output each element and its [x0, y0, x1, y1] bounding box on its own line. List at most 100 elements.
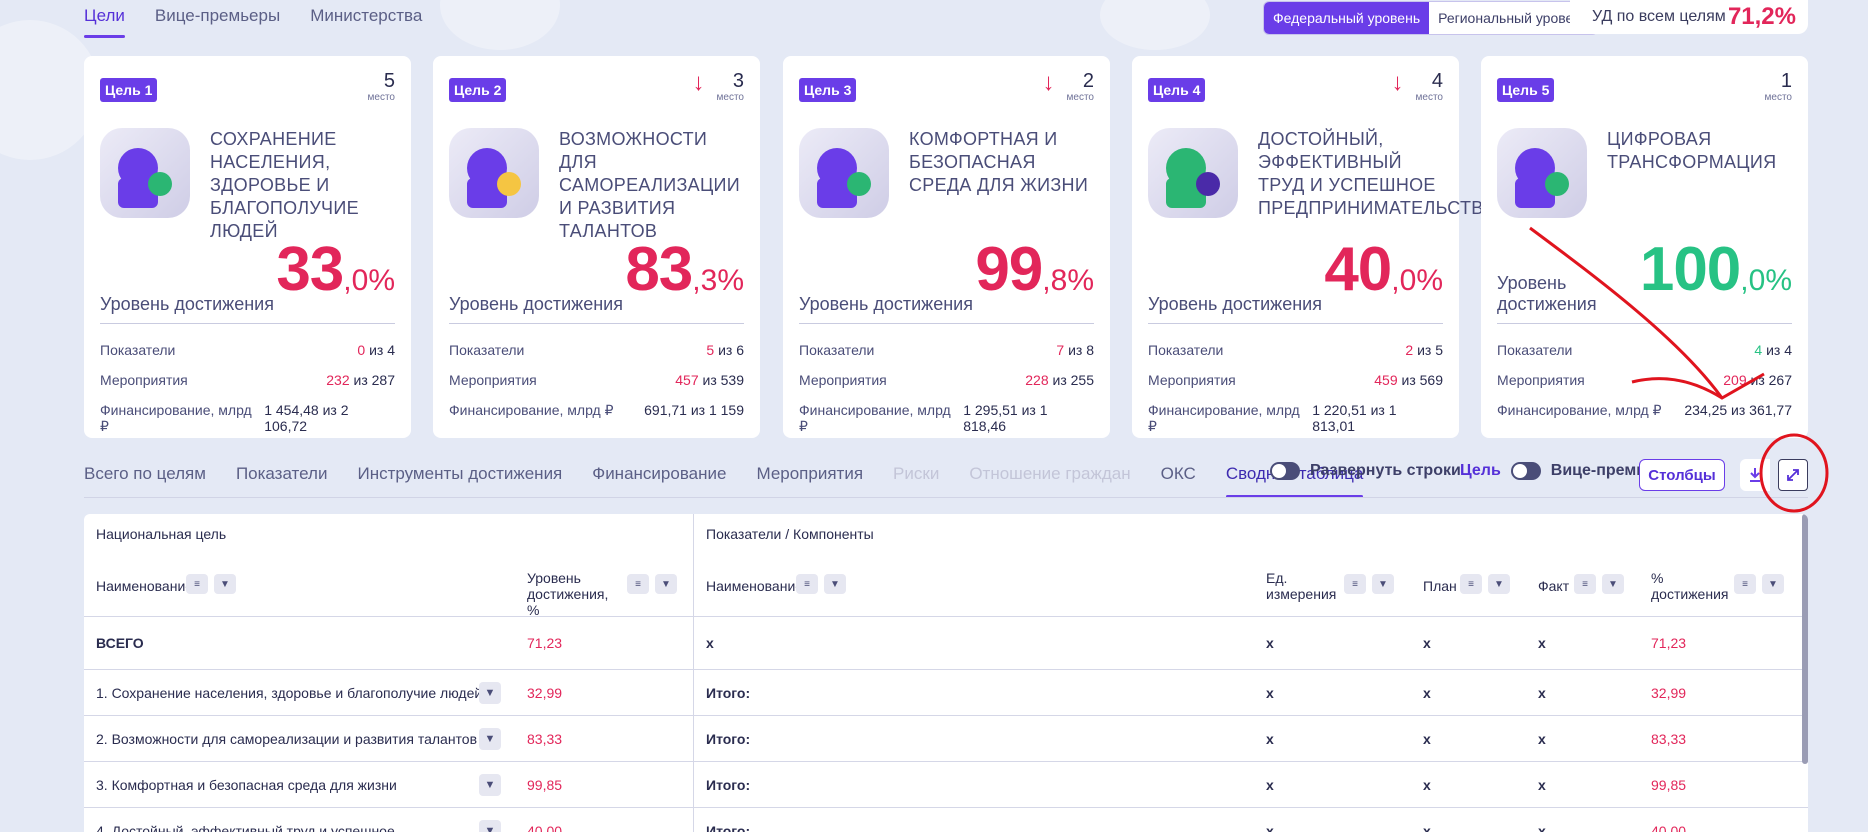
indicators-total: из 4	[365, 342, 395, 358]
events-stat: Мероприятия 209 из 267	[1497, 372, 1792, 388]
header-divider	[84, 616, 1808, 617]
tab-risks[interactable]: Риски	[893, 450, 939, 498]
tab-vice-premiers[interactable]: Вице-премьеры	[155, 0, 280, 40]
expand-row-chevron-icon[interactable]: ▼	[479, 728, 501, 750]
goal-name-sort: ≡ ▼	[186, 574, 236, 594]
pct-sort: ≡ ▼	[1734, 574, 1784, 594]
sort-icon[interactable]: ≡	[1344, 574, 1366, 594]
goal-vice-toggle[interactable]	[1510, 462, 1541, 480]
place-number: 2 место	[1067, 70, 1094, 103]
goal-name-header: Наименование	[96, 578, 194, 594]
tab-financing[interactable]: Финансирование	[592, 450, 726, 498]
financing-label: Финансирование, млрд ₽	[100, 402, 252, 434]
fact-cell: x	[1538, 731, 1546, 747]
filter-dropdown-icon[interactable]: ▼	[1762, 574, 1784, 594]
tab-all-goals[interactable]: Всего по целям	[84, 450, 206, 498]
pct-header: % достижения	[1651, 570, 1729, 602]
unit-sort: ≡ ▼	[1344, 574, 1394, 594]
filter-dropdown-icon[interactable]: ▼	[1372, 574, 1394, 594]
indicators-stat: Показатели 7 из 8	[799, 342, 1094, 358]
goal-badge: Цель 5	[1497, 78, 1555, 102]
achievement-fraction: ,8%	[1042, 264, 1094, 297]
national-goal-group-header: Национальная цель	[96, 526, 227, 542]
achievement-integer: 40	[1324, 235, 1392, 304]
filter-dropdown-icon[interactable]: ▼	[655, 574, 677, 594]
financing-value: 234,25 из 361,77	[1684, 402, 1792, 418]
place-number: 5 место	[368, 70, 395, 103]
plan-cell: x	[1423, 685, 1431, 701]
place-indicator: 1 место	[1753, 70, 1792, 103]
tab-citizens[interactable]: Отношение граждан	[969, 450, 1130, 498]
fact-cell: x	[1538, 635, 1546, 651]
plan-header: План	[1423, 578, 1457, 594]
goal-name-cell: ВСЕГО	[96, 635, 144, 651]
level-sort: ≡ ▼	[627, 574, 677, 594]
events-done: 459	[1374, 372, 1398, 388]
expand-rows-toggle-group: Развернуть строки	[1270, 462, 1461, 480]
tab-indicators[interactable]: Показатели	[236, 450, 328, 498]
expand-row-chevron-icon[interactable]: ▼	[479, 820, 501, 832]
plan-cell: x	[1423, 777, 1431, 793]
events-label: Мероприятия	[100, 372, 188, 388]
financing-stat: Финансирование, млрд ₽ 1 220,51 из 1 813…	[1148, 402, 1443, 435]
filter-dropdown-icon[interactable]: ▼	[214, 574, 236, 594]
goal-card[interactable]: Цель 4 ↓ 4 место Достойный, эффективный …	[1132, 56, 1497, 438]
financing-value: 1 454,48 из 2 106,72	[264, 402, 349, 434]
place-indicator: ↓ 3 место	[693, 70, 744, 104]
row-divider	[84, 807, 1808, 808]
fact-cell: x	[1538, 685, 1546, 701]
goal-name-cell: 2. Возможности для самореализации и разв…	[96, 731, 478, 747]
goal-card[interactable]: Цель 5 1 место Цифровая трансформация Ур…	[1481, 56, 1808, 438]
tab-oks[interactable]: ОКС	[1161, 450, 1196, 498]
events-value: 457 из 539	[675, 372, 744, 388]
place-number: 1 место	[1765, 70, 1792, 103]
pct-cell: 83,33	[1651, 731, 1687, 747]
events-stat: Мероприятия 459 из 569	[1148, 372, 1443, 388]
events-label: Мероприятия	[449, 372, 537, 388]
plan-cell: x	[1423, 823, 1431, 832]
goal-name-cell: 3. Комфортная и безопасная среда для жиз…	[96, 777, 397, 793]
achievement-label: Уровень достижения	[100, 294, 274, 314]
sort-icon[interactable]: ≡	[1574, 574, 1596, 594]
download-button[interactable]	[1740, 459, 1770, 491]
expand-row-chevron-icon[interactable]: ▼	[479, 774, 501, 796]
sort-icon[interactable]: ≡	[796, 574, 818, 594]
columns-button[interactable]: Столбцы	[1639, 459, 1725, 491]
sort-icon[interactable]: ≡	[186, 574, 208, 594]
goal-level-cell: 40,00	[527, 823, 563, 832]
unit-cell: x	[1266, 731, 1274, 747]
place-value: 4	[1431, 70, 1443, 92]
goal-card[interactable]: Цель 2 ↓ 3 место Возможности для самореа…	[433, 56, 760, 438]
expand-rows-toggle[interactable]	[1270, 462, 1300, 480]
tab-ministries[interactable]: Министерства	[310, 0, 422, 40]
federal-level-button[interactable]: Федеральный уровень	[1264, 2, 1430, 34]
events-label: Мероприятия	[1497, 372, 1585, 388]
section-tabs: Всего по целям Показатели Инструменты до…	[84, 450, 1363, 498]
indicator-name-header: Наименование	[706, 578, 804, 594]
financing-stat: Финансирование, млрд ₽ 1 295,51 из 1 818…	[799, 402, 1094, 435]
fullscreen-button[interactable]	[1778, 459, 1808, 491]
unit-cell: x	[1266, 685, 1274, 701]
sort-icon[interactable]: ≡	[1734, 574, 1756, 594]
sort-icon[interactable]: ≡	[627, 574, 649, 594]
expand-row-chevron-icon[interactable]: ▼	[479, 682, 501, 704]
sort-icon[interactable]: ≡	[1460, 574, 1482, 594]
tab-goals[interactable]: Цели	[84, 0, 125, 40]
filter-dropdown-icon[interactable]: ▼	[1488, 574, 1510, 594]
row-divider	[84, 761, 1808, 762]
goal-card[interactable]: Цель 3 ↓ 2 место Комфортная и безопасная…	[783, 56, 1110, 438]
tab-instruments[interactable]: Инструменты достижения	[357, 450, 562, 498]
achievement-row: Уровень достижения 40,0%	[1148, 239, 1443, 324]
overall-achievement-label: УД по всем целям	[1592, 8, 1726, 25]
goal-illustration-icon	[799, 128, 889, 218]
expand-icon	[1787, 469, 1799, 481]
goal-card[interactable]: Цель 1 5 место Сохранение населения, здо…	[84, 56, 411, 438]
background-decoration	[1100, 0, 1210, 50]
filter-dropdown-icon[interactable]: ▼	[1602, 574, 1624, 594]
fact-cell: x	[1538, 823, 1546, 832]
place-label: место	[716, 92, 744, 103]
table-scrollbar[interactable]	[1802, 514, 1808, 764]
tab-events[interactable]: Мероприятия	[756, 450, 863, 498]
filter-dropdown-icon[interactable]: ▼	[824, 574, 846, 594]
events-stat: Мероприятия 457 из 539	[449, 372, 744, 388]
